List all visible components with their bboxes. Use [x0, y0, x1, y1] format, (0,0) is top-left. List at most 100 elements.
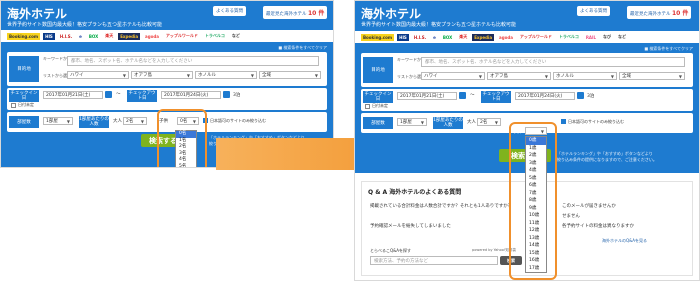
checkin-select[interactable]: 2017年01月21日(土): [43, 91, 103, 99]
calendar-icon[interactable]: [223, 91, 230, 98]
dates-panel: チェックイン日 2017年01月21日(土) 〜 チェックアウト日 2017年0…: [7, 88, 327, 110]
checkout-select[interactable]: 2017年01月24日(火): [161, 91, 221, 99]
qa-title: Q & A 海外ホテルのよくある質問: [368, 189, 462, 196]
chevron-down-icon: ▼: [420, 120, 424, 125]
qa-ask-label: とらべるこQ&Aを探す: [370, 248, 412, 253]
destination-panel: 目的地 キーワードから選択 都市、地名、スポット名、ホテル名などを入力してくださ…: [361, 53, 693, 87]
partner-logo: Booking.com: [361, 33, 395, 41]
partner-logo: アップルワールド: [519, 34, 552, 39]
checkout-label: チェックアウト日: [127, 90, 157, 102]
highlight-box: [509, 122, 557, 280]
site-subtitle: 世界予約サイト数国内最大級！格安プランも五つ星ホテルも比較可能: [7, 22, 163, 28]
qa-item[interactable]: 予約確認メールを紛失してしまいました: [370, 224, 451, 230]
checkout-label: チェックアウト日: [481, 91, 511, 103]
site-logo[interactable]: 海外ホテル: [361, 5, 421, 22]
partner-logo: など: [231, 33, 240, 38]
destination-label: 目的地: [9, 56, 39, 82]
nights-count: 3泊: [233, 93, 241, 98]
checkin-label: チェックイン日: [363, 91, 393, 103]
search-note-line2: 絞り込み条件の提供になりますので、ご注意ください。: [557, 157, 657, 162]
partner-logo: BOX: [88, 33, 99, 39]
city-select[interactable]: ホノルル ▼: [195, 71, 257, 79]
site-logo[interactable]: 海外ホテル: [7, 5, 67, 22]
island-select[interactable]: オアフ島 ▼: [487, 72, 551, 80]
faq-button[interactable]: よくある質問: [213, 6, 246, 16]
partner-logo: RAIL: [585, 34, 597, 40]
partner-logo: HIS: [397, 33, 409, 41]
rooms-select[interactable]: 1部屋 ▼: [43, 117, 73, 125]
rooms-label: 部屋数: [363, 117, 393, 129]
faq-button[interactable]: よくある質問: [577, 6, 610, 16]
calendar-icon[interactable]: [577, 92, 584, 99]
date-separator: 〜: [470, 93, 475, 98]
partner-logo: Booking.com: [7, 32, 41, 40]
partner-logo: Expedia: [472, 33, 495, 41]
history-button[interactable]: 最近見た海外ホテル 10 件: [263, 6, 328, 19]
adults-select[interactable]: 2名 ▼: [477, 118, 501, 126]
chevron-down-icon: ▼: [250, 73, 254, 78]
date-undecided-label: 日付未定: [372, 103, 388, 108]
domestic-only-checkbox[interactable]: [561, 119, 566, 124]
adults-label: 大人: [113, 119, 122, 124]
chevron-down-icon: ▼: [478, 74, 482, 79]
area-select[interactable]: 全域 ▼: [259, 71, 321, 79]
checkout-select[interactable]: 2017年01月24日(火): [515, 92, 575, 100]
calendar-icon[interactable]: [105, 91, 112, 98]
clear-conditions-link[interactable]: ■ 検索条件をすべてクリア: [644, 46, 693, 52]
region-select[interactable]: ハワイ ▼: [67, 71, 129, 79]
city-select[interactable]: ホノルル ▼: [553, 72, 617, 80]
calendar-icon[interactable]: [459, 92, 466, 99]
date-undecided-checkbox[interactable]: [11, 103, 16, 108]
chevron-down-icon: ▼: [66, 119, 70, 124]
rooms-select[interactable]: 1部屋 ▼: [397, 118, 427, 126]
partner-logo: H.I.S.: [413, 34, 427, 40]
partner-logos: Booking.com HIS H.I.S. e BOX 楽天 Expedia …: [1, 30, 333, 42]
chevron-down-icon: ▼: [314, 73, 318, 78]
partner-logo: トラベルコ: [204, 33, 225, 38]
partner-logo: なび: [603, 34, 612, 39]
chevron-down-icon: ▼: [140, 119, 144, 124]
partner-logo: アップルワールド: [165, 33, 198, 38]
qa-search-input[interactable]: 検索方法、予約の方法など: [370, 256, 498, 265]
search-note-line1: 「ホテルランキング」や「おすすめ」ボタンなどより: [557, 151, 653, 156]
destination-label: 目的地: [363, 57, 393, 83]
date-undecided-checkbox[interactable]: [365, 104, 370, 109]
partner-logo: BOX: [442, 34, 453, 40]
region-select[interactable]: ハワイ ▼: [421, 72, 485, 80]
partner-logo: agoda: [145, 33, 159, 39]
partner-logo: e: [433, 34, 436, 40]
screenshot-after: 海外ホテル 世界予約サイト数国内最大級！格安プランも五つ星ホテルも比較可能 よく…: [354, 0, 700, 281]
partner-logo: 楽天: [459, 34, 468, 39]
partner-logo: H.I.S.: [59, 33, 73, 39]
chevron-down-icon: ▼: [186, 73, 190, 78]
partner-logo: 楽天: [105, 33, 114, 38]
partner-logo: Expedia: [118, 32, 141, 40]
adults-select[interactable]: 2名 ▼: [123, 117, 147, 125]
clear-conditions-link[interactable]: ■ 検索条件をすべてクリア: [278, 45, 327, 51]
chevron-down-icon: ▼: [494, 120, 498, 125]
qa-item[interactable]: このメールが届きませんか: [562, 204, 616, 210]
site-subtitle: 世界予約サイト数国内最大級！格安プランも五つ星ホテルも比較可能: [361, 22, 517, 28]
qa-more-link[interactable]: 海外ホテルのQ&Aを見る: [602, 238, 647, 244]
keyword-input[interactable]: 都市、地名、スポット名、ホテル名などを入力してください: [421, 57, 685, 67]
date-undecided-label: 日付未定: [18, 102, 34, 107]
qa-item[interactable]: 掲載されている合計料金は人数合計ですか？それとも1人ありですか？: [370, 204, 512, 210]
domestic-only-label: 日本語可のサイトのみ絞り込む: [568, 119, 624, 124]
highlight-box: [157, 109, 207, 167]
partner-logo: HIS: [43, 32, 55, 40]
history-button[interactable]: 最近見た海外ホテル 10 件: [627, 6, 692, 19]
qa-item[interactable]: せません: [562, 214, 580, 220]
rooms-label: 部屋数: [9, 116, 39, 128]
partner-logos: Booking.com HIS H.I.S. e BOX 楽天 Expedia …: [355, 31, 699, 43]
qa-item[interactable]: 各予約サイトの料金は異なりますか: [562, 224, 634, 230]
checkin-select[interactable]: 2017年01月21日(土): [397, 92, 457, 100]
per-room-label: 1部屋あたりの人数: [433, 117, 463, 129]
keyword-input[interactable]: 都市、地名、スポット名、ホテル名などを入力してください: [67, 56, 319, 66]
checkin-label: チェックイン日: [9, 90, 39, 102]
chevron-down-icon: ▼: [610, 74, 614, 79]
partner-logo: トラベルコ: [558, 34, 579, 39]
nights-count: 3泊: [587, 94, 595, 99]
island-select[interactable]: オアフ島 ▼: [131, 71, 193, 79]
chevron-down-icon: ▼: [678, 74, 682, 79]
area-select[interactable]: 全域 ▼: [619, 72, 685, 80]
